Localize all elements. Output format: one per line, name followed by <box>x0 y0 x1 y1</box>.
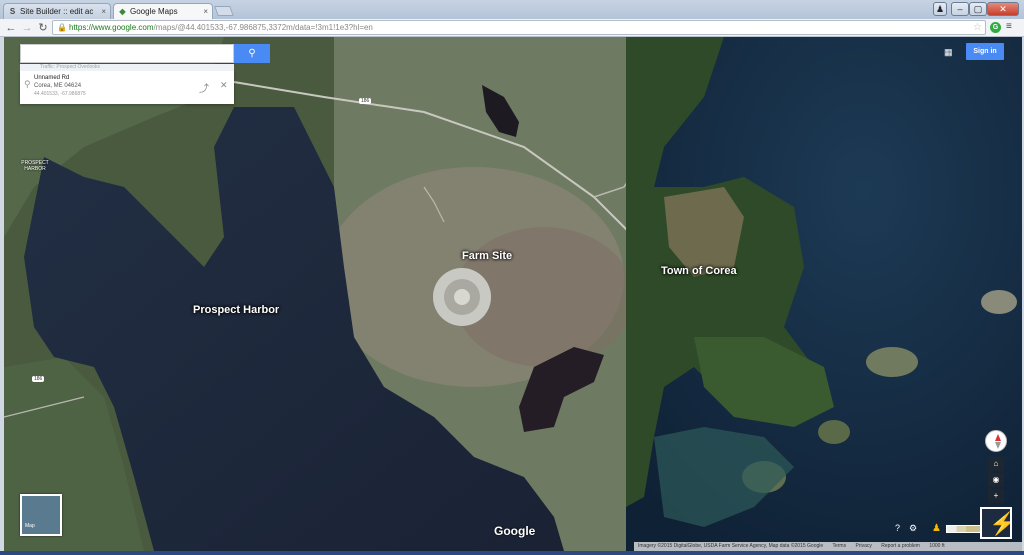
search-button[interactable]: ⚲ <box>234 44 270 63</box>
maximize-button[interactable]: ▢ <box>969 2 987 16</box>
browser-toolbar: ← → ↻ 🔒 https://www.google.com/maps/@44.… <box>0 19 1024 37</box>
user-icon[interactable]: ♟ <box>933 2 947 16</box>
tab-label: Google Maps <box>130 7 178 16</box>
label-prospect-harbor: Prospect Harbor <box>193 304 280 316</box>
privacy-link[interactable]: Privacy <box>855 543 871 549</box>
place-label: HARBOR <box>24 166 46 172</box>
help-icon[interactable]: ? <box>895 523 900 533</box>
prospect-harbor-village-label: PROSPECT HARBOR <box>18 160 52 172</box>
place-coordinates: 44.401533, -67.986875 <box>34 91 86 97</box>
search-input[interactable] <box>20 44 234 63</box>
tilt-icon[interactable]: ⌂ <box>988 457 1004 471</box>
map-attribution: Imagery ©2015 DigitalGlobe, USDA Farm Se… <box>634 542 1022 551</box>
google-logo: Google <box>494 524 536 538</box>
browser-titlebar: S Site Builder :: edit ac × ◆ Google Map… <box>0 0 1024 19</box>
os-taskbar <box>0 551 1024 555</box>
tab-site-builder[interactable]: S Site Builder :: edit ac × <box>3 3 111 19</box>
lock-icon: 🔒 <box>57 23 67 32</box>
close-tab-icon[interactable]: × <box>101 4 106 19</box>
tab-label: Site Builder :: edit ac <box>20 7 94 16</box>
minimize-button[interactable]: – <box>951 2 969 16</box>
place-name: Unnamed Rd <box>34 75 70 81</box>
sign-in-button[interactable]: Sign in <box>966 43 1004 60</box>
scale-bar: 1000 ft <box>929 543 945 549</box>
search-icon: ⚲ <box>248 48 256 59</box>
card-hint: Traffic: Prospect Overlooks <box>20 64 234 71</box>
close-window-button[interactable]: ✕ <box>987 2 1019 16</box>
lightning-icon: ⚡ <box>989 511 1010 537</box>
new-tab-button[interactable] <box>214 6 234 16</box>
extension-icon[interactable]: G <box>990 22 1001 33</box>
pegman-icon[interactable]: ♟ <box>932 523 941 534</box>
apps-grid-icon[interactable]: ▦ <box>944 47 954 57</box>
label-town-of-corea: Town of Corea <box>661 265 737 277</box>
pin-icon: ⚲ <box>24 79 31 89</box>
satellite-imagery <box>4 37 1022 551</box>
label-farm-site: Farm Site <box>462 250 513 262</box>
route-badge: 186 <box>359 98 372 104</box>
url-path: /maps/@44.401533,-67.986875,3372m/data=!… <box>153 23 373 32</box>
satellite-map[interactable]: ⚲ Traffic: Prospect Overlooks ⚲ Unnamed … <box>4 37 1022 551</box>
url-secure: https://www.google.com <box>69 23 154 32</box>
settings-gear-icon[interactable]: ⚙ <box>909 523 917 534</box>
site-builder-favicon: S <box>9 7 16 16</box>
google-maps-favicon: ◆ <box>119 7 126 16</box>
hamburger-menu-icon[interactable]: ≡ <box>1006 22 1012 32</box>
close-tab-icon[interactable]: × <box>203 4 208 19</box>
bookmark-star-icon[interactable]: ☆ <box>973 22 982 33</box>
directions-icon[interactable]: ⤴ <box>199 80 209 95</box>
forward-arrow-icon[interactable]: → <box>20 21 34 35</box>
route-badge: 186 <box>32 376 45 382</box>
minimap-label: Map <box>25 523 35 529</box>
back-arrow-icon[interactable]: ← <box>4 21 18 35</box>
google-earth-icon[interactable]: ⚡ <box>980 507 1012 539</box>
zoom-in-button[interactable]: + <box>988 489 1004 503</box>
close-icon[interactable]: ✕ <box>220 80 228 91</box>
address-bar[interactable]: 🔒 https://www.google.com/maps/@44.401533… <box>52 20 986 35</box>
report-problem-link[interactable]: Report a problem <box>881 543 920 549</box>
terms-link[interactable]: Terms <box>832 543 846 549</box>
compass-icon[interactable] <box>985 430 1007 452</box>
reload-icon[interactable]: ↻ <box>36 21 50 35</box>
imagery-attribution: Imagery ©2015 DigitalGlobe, USDA Farm Se… <box>638 543 824 549</box>
map-type-switcher[interactable]: Map <box>20 494 62 536</box>
tab-google-maps[interactable]: ◆ Google Maps × <box>113 3 213 19</box>
my-location-icon[interactable]: ◉ <box>988 473 1004 487</box>
place-address: Corea, ME 04624 <box>34 83 82 89</box>
place-card[interactable]: Traffic: Prospect Overlooks ⚲ Unnamed Rd… <box>20 64 234 104</box>
